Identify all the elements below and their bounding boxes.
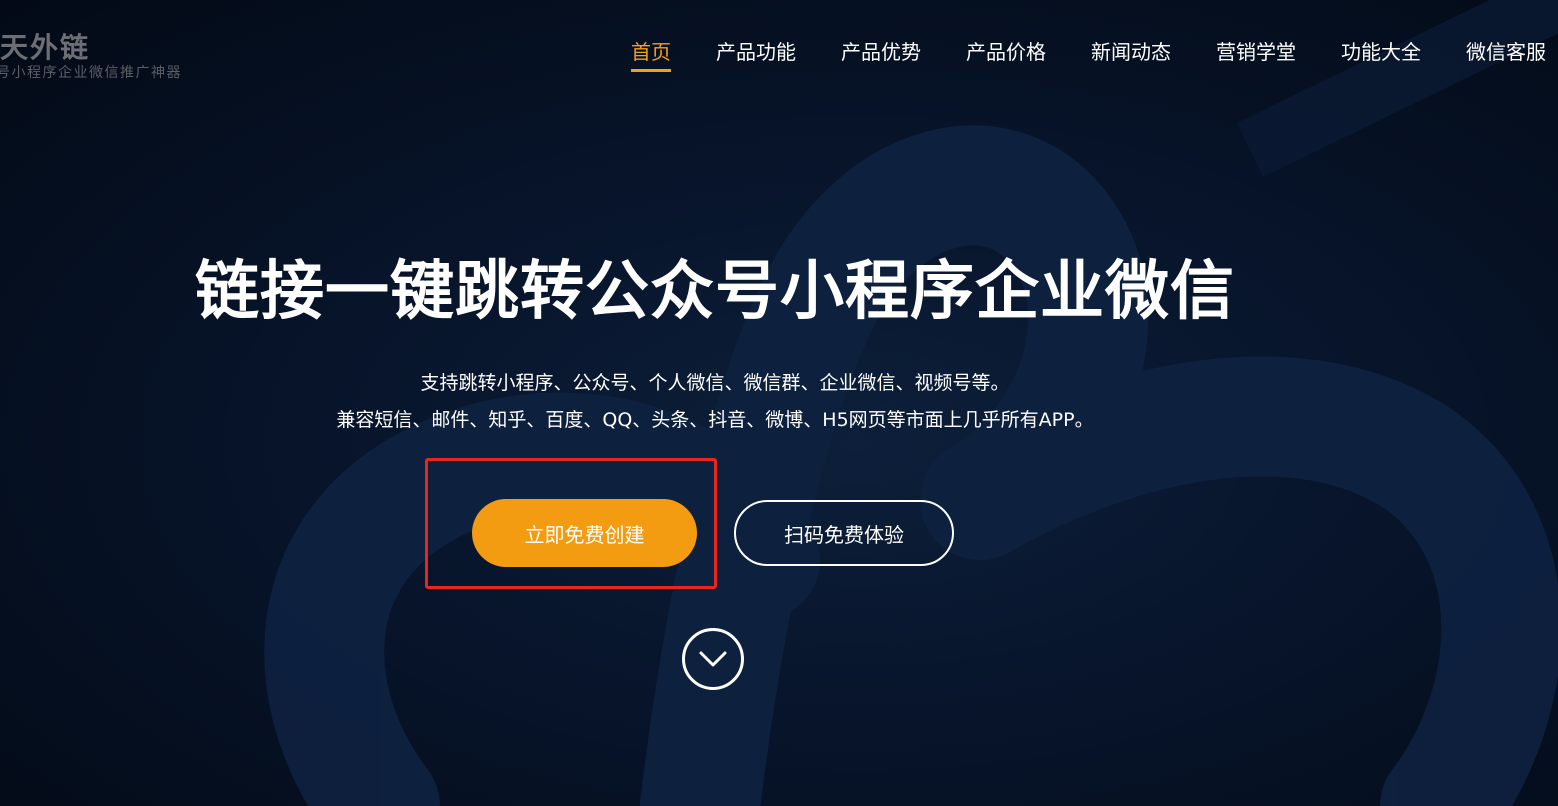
nav-item-pricing[interactable]: 产品价格 (966, 38, 1046, 66)
nav-item-news[interactable]: 新闻动态 (1091, 38, 1171, 66)
scan-trial-button[interactable]: 扫码免费体验 (734, 500, 954, 566)
nav-item-academy[interactable]: 营销学堂 (1216, 38, 1296, 66)
nav-item-wechat-support[interactable]: 微信客服 (1466, 38, 1546, 66)
nav-item-home[interactable]: 首页 (631, 38, 671, 72)
logo-title: 天外链 (0, 31, 91, 64)
logo-subtitle: 号小程序企业微信推广神器 (0, 65, 182, 81)
nav-item-features[interactable]: 产品功能 (716, 38, 796, 66)
nav-item-all-features[interactable]: 功能大全 (1341, 38, 1421, 66)
background-logo-art (264, 0, 1558, 806)
nav-item-advantages[interactable]: 产品优势 (841, 38, 921, 66)
hero-subtitle-line1: 支持跳转小程序、公众号、个人微信、微信群、企业微信、视频号等。 (420, 372, 1010, 394)
main-nav: 首页 产品功能 产品优势 产品价格 新闻动态 营销学堂 功能大全 微信客服 (586, 38, 1546, 72)
scroll-down-button[interactable] (682, 628, 744, 690)
hero-title: 链接一键跳转公众号小程序企业微信 (195, 255, 1235, 329)
hero-subtitle-line2: 兼容短信、邮件、知乎、百度、QQ、头条、抖音、微博、H5网页等市面上几乎所有AP… (336, 409, 1094, 431)
chevron-down-icon (699, 651, 727, 667)
create-free-button[interactable]: 立即免费创建 (472, 499, 697, 567)
